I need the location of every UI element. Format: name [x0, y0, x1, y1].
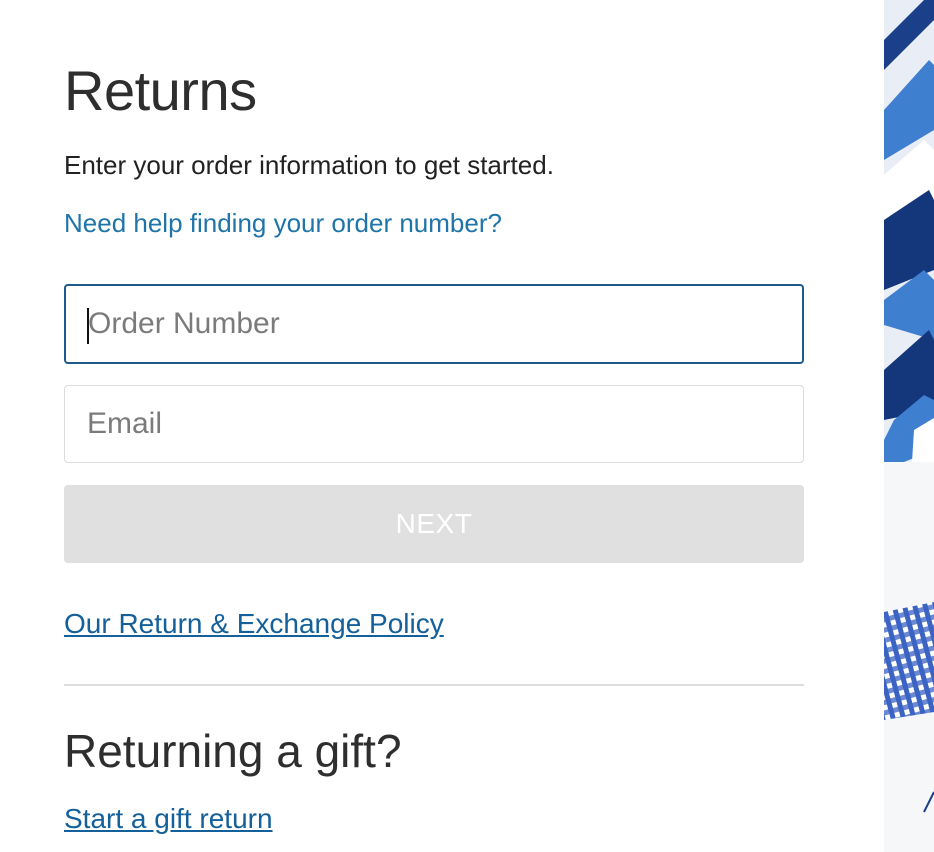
return-policy-link[interactable]: Our Return & Exchange Policy: [64, 608, 444, 640]
order-number-field-wrapper: [64, 284, 804, 364]
blue-diamond-pattern-image: [884, 0, 934, 462]
instructions-text: Enter your order information to get star…: [64, 150, 554, 180]
returns-page: Returns Enter your order information to …: [0, 0, 934, 852]
gift-box-background: [884, 462, 934, 852]
gift-section-title: Returning a gift?: [64, 725, 402, 777]
decorative-gift-image: [884, 0, 934, 852]
section-divider: [64, 684, 804, 686]
order-number-help-link[interactable]: Need help finding your order number?: [64, 208, 502, 239]
order-number-input[interactable]: [66, 286, 802, 362]
checkered-ribbon-image: [884, 602, 934, 813]
next-button[interactable]: NEXT: [64, 485, 804, 563]
email-input[interactable]: [65, 386, 803, 462]
gift-return-link[interactable]: Start a gift return: [64, 803, 273, 835]
text-cursor: [87, 308, 89, 344]
page-title: Returns: [64, 59, 257, 122]
email-field-wrapper: [64, 385, 804, 463]
